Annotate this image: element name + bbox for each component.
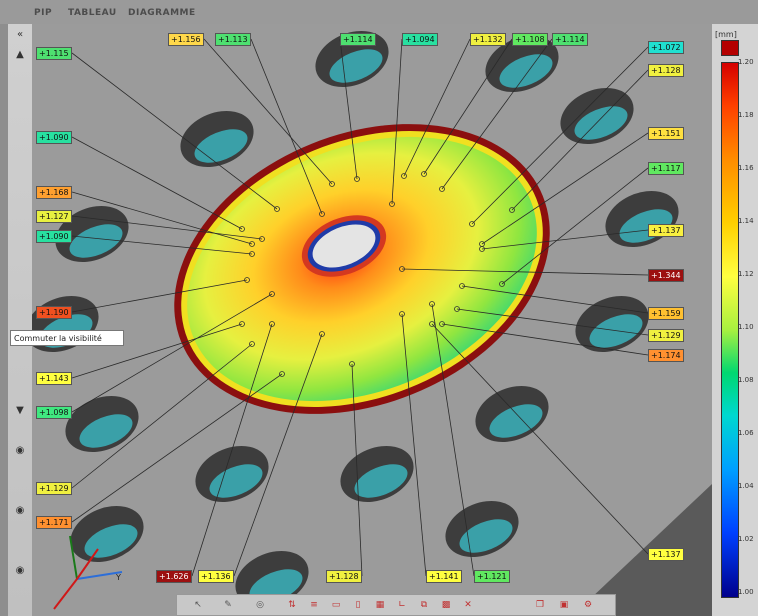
tab-tableau[interactable]: TABLEAU [68, 8, 117, 18]
measurement-label[interactable]: +1.174 [648, 349, 684, 362]
measurement-label[interactable]: +1.168 [36, 186, 72, 199]
cross-tool-icon[interactable]: ✕ [461, 599, 475, 612]
chart-tool-icon[interactable]: ▦ [373, 599, 387, 612]
grid-tool-icon[interactable]: ▩ [439, 599, 453, 612]
measurement-label[interactable]: +1.136 [198, 570, 234, 583]
legend-tick-label: 1.00 [738, 588, 754, 596]
legend-tick-label: 1.18 [738, 111, 754, 119]
measurement-scene: Y [32, 24, 712, 616]
measurement-label[interactable]: +1.114 [552, 33, 588, 46]
copy-tool-icon[interactable]: ❐ [533, 599, 547, 612]
measurement-label[interactable]: +1.115 [36, 47, 72, 60]
legend-tick-label: 1.02 [738, 535, 754, 543]
axis-y-label: Y [115, 573, 121, 582]
measurement-label[interactable]: +1.190 [36, 306, 72, 319]
measurement-label[interactable]: +1.108 [512, 33, 548, 46]
measurement-label[interactable]: +1.090 [36, 230, 72, 243]
measurement-label[interactable]: +1.113 [215, 33, 251, 46]
measurement-label[interactable]: +1.114 [340, 33, 376, 46]
measurement-label[interactable]: +1.137 [648, 224, 684, 237]
measure-tool-icon[interactable]: ⇅ [285, 599, 299, 612]
group-tool-icon[interactable]: ⧉ [417, 599, 431, 612]
eye-icon[interactable]: ◉ [12, 564, 28, 578]
measurement-label[interactable]: +1.117 [648, 162, 684, 175]
3d-viewport[interactable]: Y +1.156 +1.113 +1.114 +1.094 +1.132 +1.108 +1… [32, 24, 712, 616]
measurement-label[interactable]: +1.128 [648, 64, 684, 77]
legend-tick-label: 1.08 [738, 376, 754, 384]
tab-diagramme[interactable]: DIAGRAMME [128, 8, 196, 18]
measurement-label[interactable]: +1.132 [470, 33, 506, 46]
legend-unit: [mm] [715, 30, 737, 39]
measurement-label[interactable]: +1.094 [402, 33, 438, 46]
legend-tick-label: 1.20 [738, 58, 754, 66]
pointer-tool-icon[interactable]: ↖ [191, 599, 205, 612]
angle-tool-icon[interactable]: ∟ [395, 599, 409, 612]
measurement-label[interactable]: +1.151 [648, 127, 684, 140]
measurement-label[interactable]: +1.171 [36, 516, 72, 529]
measurement-label[interactable]: +1.128 [326, 570, 362, 583]
document-tool-icon[interactable]: ▯ [351, 599, 365, 612]
tab-pip[interactable]: PIP [34, 8, 52, 18]
measurement-label[interactable]: +1.121 [474, 570, 510, 583]
legend-tick-label: 1.06 [738, 429, 754, 437]
measurement-label[interactable]: +1.090 [36, 131, 72, 144]
measurement-label[interactable]: +1.159 [648, 307, 684, 320]
settings-tool-icon[interactable]: ⚙ [581, 599, 595, 612]
measurement-label[interactable]: +1.141 [426, 570, 462, 583]
legend-tick-label: 1.04 [738, 482, 754, 490]
legend-tick-label: 1.12 [738, 270, 754, 278]
measurement-label[interactable]: +1.098 [36, 406, 72, 419]
pen-tool-icon[interactable]: ✎ [221, 599, 235, 612]
camera-tool-icon[interactable]: ◎ [253, 599, 267, 612]
measurement-label[interactable]: +1.626 [156, 570, 192, 583]
measurement-label[interactable]: +1.129 [36, 482, 72, 495]
measurement-label[interactable]: +1.156 [168, 33, 204, 46]
max-color-swatch[interactable] [721, 40, 739, 56]
measurement-label[interactable]: +1.143 [36, 372, 72, 385]
legend-tick-label: 1.16 [738, 164, 754, 172]
left-tool-sidebar: « ▲ ▼ ◉ ◉ ◉ [8, 24, 33, 616]
legend-tick-label: 1.10 [738, 323, 754, 331]
eye-icon[interactable]: ◉ [12, 444, 28, 458]
measurement-label[interactable]: +1.137 [648, 548, 684, 561]
measurement-label[interactable]: +1.127 [36, 210, 72, 223]
scroll-down-icon[interactable]: ▼ [12, 404, 28, 418]
measurement-label[interactable]: +1.129 [648, 329, 684, 342]
eye-icon[interactable]: ◉ [12, 504, 28, 518]
measurement-label[interactable]: +1.344 [648, 269, 684, 282]
visibility-tooltip: Commuter la visibilité [10, 330, 124, 346]
rectangle-tool-icon[interactable]: ▭ [329, 599, 343, 612]
top-tab-bar: PIP TABLEAU DIAGRAMME [0, 0, 758, 24]
scroll-up-icon[interactable]: ▲ [12, 48, 28, 62]
snapshot-tool-icon[interactable]: ▣ [557, 599, 571, 612]
measurement-label[interactable]: +1.072 [648, 41, 684, 54]
scale-tool-icon[interactable]: ≡ [307, 599, 321, 612]
color-scale-bar [721, 62, 739, 598]
collapse-icon[interactable]: « [12, 28, 28, 42]
legend-tick-label: 1.14 [738, 217, 754, 225]
bottom-toolbar: ↖ ✎ ◎ ⇅ ≡ ▭ ▯ ▦ ∟ ⧉ ▩ ✕ ❐ ▣ ⚙ [176, 594, 616, 616]
